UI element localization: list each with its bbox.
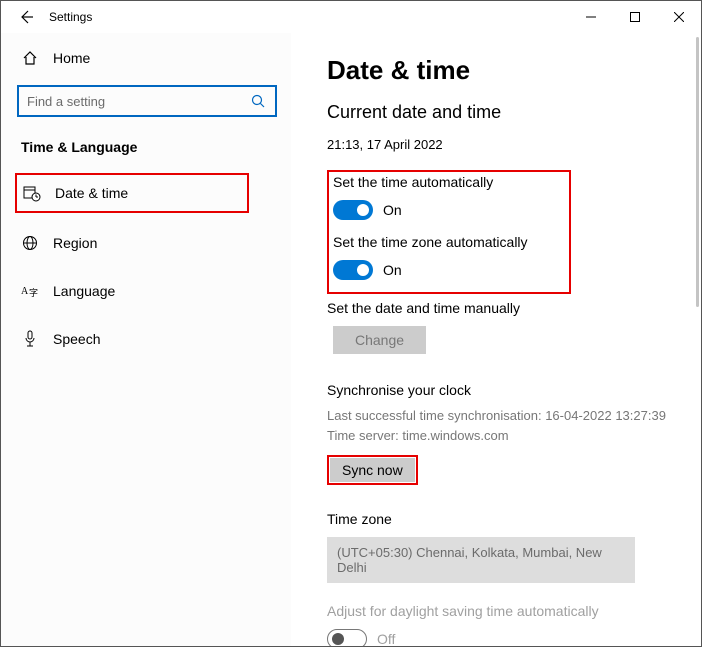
dst-label: Adjust for daylight saving time automati… [327,603,679,619]
auto-time-label: Set the time automatically [333,174,563,190]
timezone-select[interactable]: (UTC+05:30) Chennai, Kolkata, Mumbai, Ne… [327,537,635,583]
window-controls [569,1,701,33]
close-button[interactable] [657,1,701,33]
dst-state: Off [377,631,395,646]
auto-tz-label: Set the time zone automatically [333,234,563,250]
home-icon [21,49,39,67]
maximize-button[interactable] [613,1,657,33]
title-bar: Settings [1,1,701,33]
nav-label: Speech [53,331,100,347]
tz-heading: Time zone [327,511,679,527]
dst-toggle [327,629,367,646]
auto-time-toggle[interactable] [333,200,373,220]
minimize-button[interactable] [569,1,613,33]
nav-date-time[interactable]: Date & time [15,173,249,213]
current-datetime: 21:13, 17 April 2022 [327,137,679,152]
page-title: Date & time [327,55,679,86]
calendar-clock-icon [23,184,41,202]
globe-icon [21,234,39,252]
nav-label: Language [53,283,115,299]
window-title: Settings [41,10,569,24]
nav-speech[interactable]: Speech [15,321,277,357]
main-content: Date & time Current date and time 21:13,… [291,33,701,646]
section-title: Time & Language [15,135,277,173]
sync-now-button[interactable]: Sync now [330,458,415,482]
change-button[interactable]: Change [333,326,426,354]
auto-tz-toggle[interactable] [333,260,373,280]
search-placeholder: Find a setting [27,94,249,109]
sync-button-annotation: Sync now [327,455,418,485]
settings-window: Settings Home Find a setting [0,0,702,647]
nav-label: Date & time [55,185,128,201]
search-icon [249,92,267,110]
auto-tz-state: On [383,262,402,278]
home-label: Home [53,50,90,66]
sync-last: Last successful time synchronisation: 16… [327,406,679,426]
scrollbar[interactable] [696,37,699,307]
nav-language[interactable]: A字 Language [15,273,277,309]
page-subheading: Current date and time [327,102,679,123]
language-icon: A字 [21,282,39,300]
nav-label: Region [53,235,97,251]
sync-heading: Synchronise your clock [327,382,679,398]
back-icon[interactable] [11,8,41,26]
home-link[interactable]: Home [15,41,277,81]
sync-server: Time server: time.windows.com [327,426,679,446]
svg-text:字: 字 [29,287,38,298]
auto-settings-annotation: Set the time automatically On Set the ti… [327,170,571,294]
microphone-icon [21,330,39,348]
manual-label: Set the date and time manually [327,300,679,316]
svg-text:A: A [21,286,29,297]
nav-region[interactable]: Region [15,225,277,261]
auto-time-state: On [383,202,402,218]
search-input[interactable]: Find a setting [17,85,277,117]
sidebar: Home Find a setting Time & Language Date… [1,33,291,646]
